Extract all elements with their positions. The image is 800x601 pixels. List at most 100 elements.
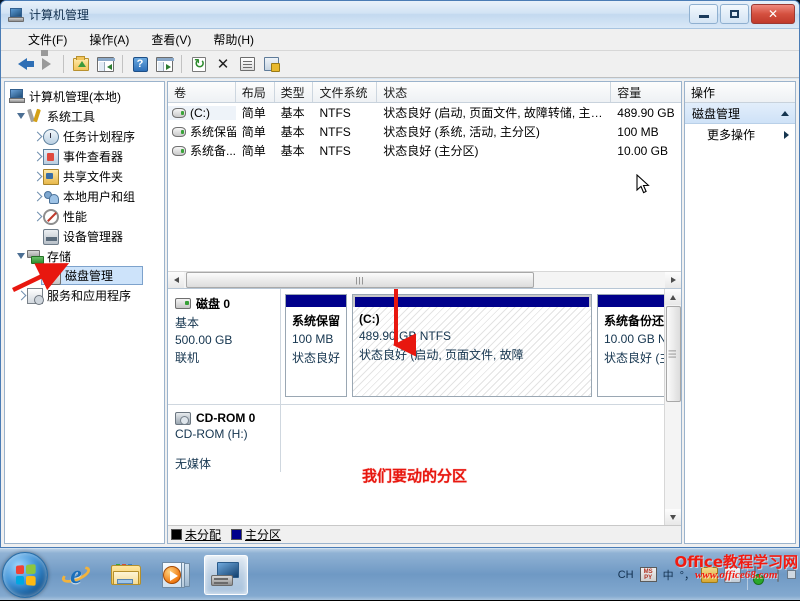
expand-toggle[interactable] [31, 193, 43, 200]
maximize-button[interactable] [720, 4, 749, 24]
minimize-button[interactable] [689, 4, 718, 24]
cell-capacity: 10.00 GB [611, 144, 681, 158]
chevron-right-icon [17, 290, 27, 300]
table-row[interactable]: 系统保留 简单 基本 NTFS 状态良好 (系统, 活动, 主分区) 100 M… [168, 122, 681, 141]
properties-button[interactable] [236, 53, 258, 75]
ime-keyboard-icon[interactable] [724, 567, 741, 583]
actions-group-disk-management[interactable]: 磁盘管理 [685, 103, 795, 124]
scroll-left-button[interactable] [168, 272, 184, 288]
show-tree-pane-button[interactable] [94, 53, 116, 75]
tree-item-system-tools[interactable]: 系统工具 [5, 106, 164, 126]
table-row[interactable]: 系统备... 简单 基本 NTFS 状态良好 (主分区) 10.00 GB [168, 141, 681, 160]
volume-icon [172, 146, 186, 156]
column-header-layout[interactable]: 布局 [236, 82, 275, 102]
tray-language-label[interactable]: CH [618, 569, 634, 581]
ime-pen-icon[interactable] [701, 567, 718, 583]
scroll-right-button[interactable] [665, 272, 681, 288]
expand-toggle[interactable] [15, 113, 27, 119]
tree-item-task-scheduler[interactable]: 任务计划程序 [5, 126, 164, 146]
start-button[interactable] [2, 552, 48, 598]
network-icon[interactable] [754, 567, 771, 583]
column-header-filesystem[interactable]: 文件系统 [313, 82, 377, 102]
taskbar-media-player[interactable] [154, 555, 198, 595]
tree-item-disk-management[interactable]: 磁盘管理 [41, 266, 143, 285]
delete-button[interactable]: ✕ [212, 53, 234, 75]
menu-view[interactable]: 查看(V) [140, 29, 202, 50]
refresh-button[interactable] [188, 53, 210, 75]
disk-management-pane: 卷 布局 类型 文件系统 状态 容量 (C:) 简单 基本 [167, 81, 682, 544]
expand-toggle[interactable] [15, 253, 27, 259]
expand-toggle[interactable] [31, 173, 43, 180]
column-header-capacity[interactable]: 容量 [611, 82, 681, 102]
partition-c-drive[interactable]: (C:) 489.90 GB NTFS 状态良好 (启动, 页面文件, 故障 [352, 294, 592, 397]
menu-action[interactable]: 操作(A) [78, 29, 140, 50]
cell-status: 状态良好 (系统, 活动, 主分区) [377, 123, 611, 140]
grip-icon: ||| [355, 276, 364, 285]
chevron-right-icon [33, 151, 43, 161]
column-header-volume[interactable]: 卷 [168, 82, 236, 102]
cell-type: 基本 [275, 142, 314, 159]
disk-row-cdrom0[interactable]: CD-ROM 0 CD-ROM (H:) 无媒体 [168, 405, 664, 472]
close-icon: ✕ [768, 8, 778, 20]
graphical-view-vscrollbar[interactable]: ||| [664, 289, 681, 525]
expand-toggle[interactable] [31, 213, 43, 220]
tree-label: 设备管理器 [63, 228, 123, 245]
export-list-button[interactable] [260, 53, 282, 75]
expand-toggle[interactable] [31, 133, 43, 140]
tree-item-storage[interactable]: 存储 [5, 246, 164, 266]
display-icon[interactable] [777, 567, 794, 583]
tree-item-shared-folders[interactable]: 共享文件夹 [5, 166, 164, 186]
title-bar: 计算机管理 ✕ [1, 1, 799, 29]
scroll-up-button[interactable] [665, 289, 681, 305]
cdrom-icon [175, 412, 191, 425]
forward-button[interactable] [35, 53, 57, 75]
menu-help[interactable]: 帮助(H) [202, 29, 265, 50]
computer-management-taskbar-icon [211, 562, 241, 588]
disk-info-disk0: 磁盘 0 基本 500.00 GB 联机 [168, 289, 281, 404]
ime-indicator-icon[interactable]: MS PY [640, 567, 657, 582]
export-list-icon [264, 57, 279, 71]
ime-punctuation-label[interactable]: °， [680, 567, 695, 583]
partition-system-reserved[interactable]: 系统保留 100 MB 状态良好 [285, 294, 347, 397]
chevron-up-icon [781, 111, 789, 116]
partition-status: 状态良好 (启动, 页面文件, 故障 [359, 346, 586, 363]
disk-row-disk0[interactable]: 磁盘 0 基本 500.00 GB 联机 系统保留 [168, 289, 664, 405]
device-manager-icon [43, 229, 59, 245]
action-more-actions[interactable]: 更多操作 [685, 124, 795, 145]
taskbar-windows-explorer[interactable] [104, 555, 148, 595]
grip-icon: ||| [668, 349, 677, 358]
tree-item-event-viewer[interactable]: 事件查看器 [5, 146, 164, 166]
show-action-pane-button[interactable] [153, 53, 175, 75]
back-button[interactable] [11, 53, 33, 75]
taskbar-internet-explorer[interactable]: e [54, 555, 98, 595]
close-button[interactable]: ✕ [751, 4, 795, 24]
scroll-down-button[interactable] [665, 509, 681, 525]
volume-list-hscrollbar[interactable]: ||| [168, 271, 681, 288]
up-folder-button[interactable] [70, 53, 92, 75]
cdrom-empty-area[interactable] [281, 405, 664, 472]
column-header-status[interactable]: 状态 [377, 82, 611, 102]
menu-file[interactable]: 文件(F) [17, 29, 78, 50]
hscroll-track[interactable]: ||| [184, 272, 665, 288]
expand-toggle[interactable] [15, 292, 27, 299]
tree-item-computer-management[interactable]: 计算机管理(本地) [5, 86, 164, 106]
tree-item-services-applications[interactable]: 服务和应用程序 [5, 285, 164, 305]
tree-item-performance[interactable]: 性能 [5, 206, 164, 226]
task-scheduler-icon [43, 129, 59, 145]
ime-mode-label[interactable]: 中 [663, 567, 674, 583]
taskbar-computer-management[interactable] [204, 555, 248, 595]
hscroll-thumb[interactable]: ||| [186, 272, 534, 288]
expand-toggle[interactable] [31, 153, 43, 160]
up-folder-icon [73, 58, 89, 71]
partition-status: 状态良好 [292, 349, 341, 366]
tree-item-local-users-groups[interactable]: 本地用户和组 [5, 186, 164, 206]
column-header-type[interactable]: 类型 [275, 82, 314, 102]
actions-pane: 操作 磁盘管理 更多操作 [684, 81, 796, 544]
vscroll-thumb[interactable]: ||| [666, 306, 681, 402]
cell-type: 基本 [275, 104, 314, 121]
help-button[interactable]: ? [129, 53, 151, 75]
cell-volume: 系统备... [168, 142, 236, 159]
tree-item-device-manager[interactable]: 设备管理器 [5, 226, 164, 246]
tree-label: 本地用户和组 [63, 188, 135, 205]
table-row[interactable]: (C:) 简单 基本 NTFS 状态良好 (启动, 页面文件, 故障转储, 主分… [168, 103, 681, 122]
